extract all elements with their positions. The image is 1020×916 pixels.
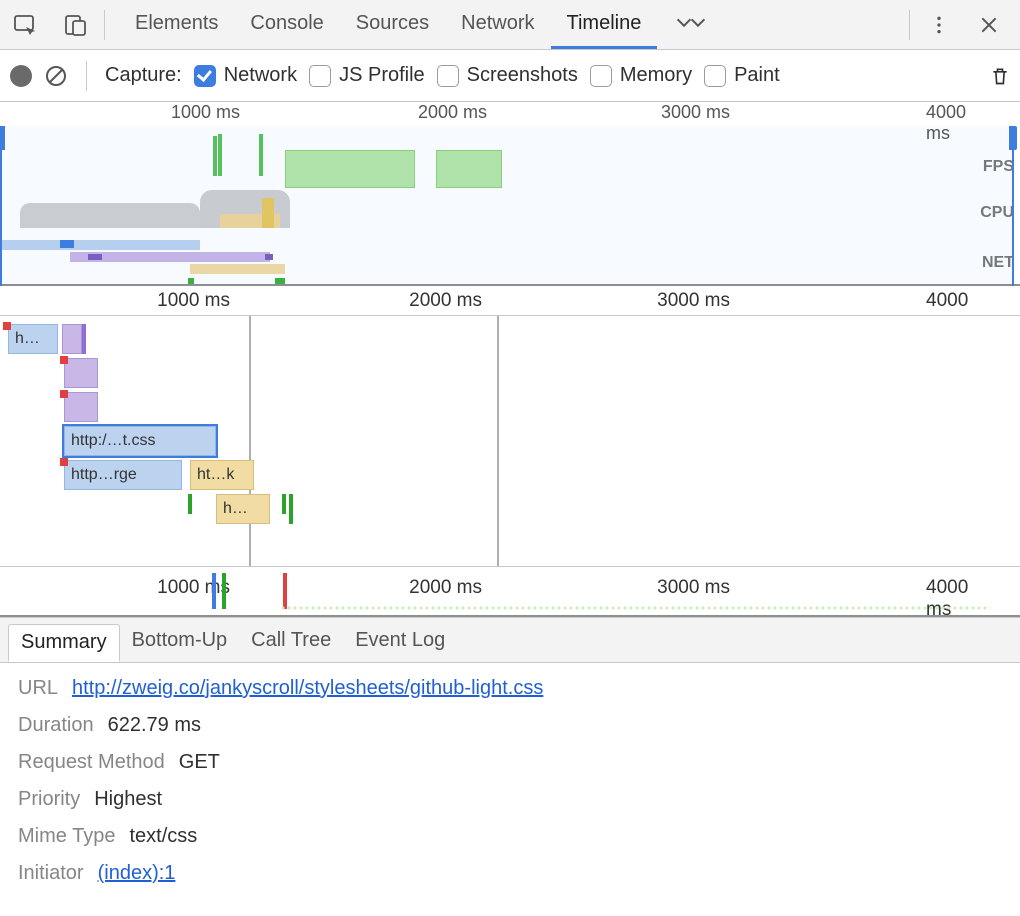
flame-chart[interactable]: 1000 ms 2000 ms 3000 ms 4000 ms h… http:… — [0, 286, 1020, 567]
request-bar[interactable] — [62, 324, 82, 354]
capture-jsprofile-checkbox[interactable]: JS Profile — [309, 64, 425, 87]
ruler-tick: 2000 ms — [409, 290, 482, 312]
separator — [909, 10, 910, 40]
timeline-toolbar: Capture: Network JS Profile Screenshots … — [0, 50, 1020, 102]
summary-mime-value: text/css — [129, 825, 197, 848]
panel-tabs: Elements Console Sources Network Timelin… — [119, 0, 725, 49]
summary-method-value: GET — [179, 751, 220, 774]
selection-handle-right-icon[interactable] — [1009, 126, 1017, 150]
summary-mime-label: Mime Type — [18, 825, 115, 848]
more-options-icon[interactable] — [914, 0, 964, 50]
summary-priority-label: Priority — [18, 788, 80, 811]
capture-screenshots-label: Screenshots — [467, 64, 578, 87]
separator — [86, 61, 87, 91]
event-marker-dcl[interactable] — [212, 573, 216, 609]
ruler-tick: 1000 ms — [157, 577, 230, 599]
flame-ruler: 1000 ms 2000 ms 3000 ms 4000 ms — [0, 286, 1020, 316]
checkbox-icon — [194, 65, 216, 87]
event-marker-fp[interactable] — [222, 573, 226, 609]
overview-ruler: 1000 ms 2000 ms 3000 ms 4000 ms — [0, 102, 1020, 126]
timeline-overview[interactable]: 1000 ms 2000 ms 3000 ms 4000 ms FPS CPU … — [0, 102, 1020, 286]
detail-tab-summary[interactable]: Summary — [8, 624, 120, 662]
separator — [104, 10, 105, 40]
detail-tab-eventlog[interactable]: Event Log — [343, 618, 457, 662]
detail-tab-bottomup[interactable]: Bottom-Up — [120, 618, 240, 662]
details-tabs: Summary Bottom-Up Call Tree Event Log — [0, 617, 1020, 663]
capture-label: Capture: — [105, 64, 182, 87]
ruler-tick: 1000 ms — [157, 290, 230, 312]
ruler-tick: 3000 ms — [657, 290, 730, 312]
request-bar[interactable]: ht…k — [190, 460, 254, 490]
inspect-element-icon[interactable] — [0, 0, 50, 50]
ruler-tick: 1000 ms — [171, 102, 240, 123]
capture-jsprofile-label: JS Profile — [339, 64, 425, 87]
tab-console[interactable]: Console — [234, 0, 339, 49]
ruler-tick: 2000 ms — [409, 577, 482, 599]
tab-network[interactable]: Network — [445, 0, 550, 49]
request-bar-selected[interactable]: http:/…t.css — [64, 426, 216, 456]
tab-elements[interactable]: Elements — [119, 0, 234, 49]
summary-duration-value: 622.79 ms — [108, 714, 201, 737]
summary-method-label: Request Method — [18, 751, 165, 774]
event-marker-load[interactable] — [283, 573, 287, 609]
tab-sources[interactable]: Sources — [340, 0, 445, 49]
capture-screenshots-checkbox[interactable]: Screenshots — [437, 64, 578, 87]
device-toolbar-icon[interactable] — [50, 0, 100, 50]
devtools-tabbar: Elements Console Sources Network Timelin… — [0, 0, 1020, 50]
request-bar[interactable] — [64, 392, 98, 422]
request-bar[interactable]: http…rge — [64, 460, 182, 490]
checkbox-icon — [309, 65, 331, 87]
capture-paint-checkbox[interactable]: Paint — [704, 64, 780, 87]
tab-timeline[interactable]: Timeline — [551, 0, 658, 49]
clear-button[interactable] — [44, 64, 68, 88]
summary-pane: URL http://zweig.co/jankyscroll/styleshe… — [0, 663, 1020, 903]
summary-initiator-link[interactable]: (index):1 — [98, 862, 176, 885]
summary-priority-value: Highest — [94, 788, 162, 811]
detail-tab-calltree[interactable]: Call Tree — [239, 618, 343, 662]
close-icon[interactable] — [964, 0, 1014, 50]
request-bar[interactable] — [64, 358, 98, 388]
ruler-tick: 3000 ms — [661, 102, 730, 123]
selection-handle-left-icon[interactable] — [0, 126, 5, 150]
summary-url-label: URL — [18, 677, 58, 700]
checkbox-icon — [704, 65, 726, 87]
marker-ruler[interactable]: 1000 ms 2000 ms 3000 ms 4000 ms — [0, 567, 1020, 617]
summary-url-link[interactable]: http://zweig.co/jankyscroll/stylesheets/… — [72, 677, 543, 700]
summary-initiator-label: Initiator — [18, 862, 84, 885]
overview-selection[interactable] — [0, 126, 1014, 286]
tab-overflow[interactable] — [657, 0, 725, 49]
capture-network-checkbox[interactable]: Network — [194, 64, 297, 87]
trash-icon[interactable] — [990, 64, 1010, 88]
checkbox-icon — [437, 65, 459, 87]
request-bar[interactable]: h… — [216, 494, 270, 524]
checkbox-icon — [590, 65, 612, 87]
ruler-tick: 2000 ms — [418, 102, 487, 123]
capture-network-label: Network — [224, 64, 297, 87]
capture-memory-label: Memory — [620, 64, 692, 87]
activity-dots — [280, 605, 990, 611]
ruler-tick: 3000 ms — [657, 577, 730, 599]
capture-memory-checkbox[interactable]: Memory — [590, 64, 692, 87]
summary-duration-label: Duration — [18, 714, 94, 737]
capture-paint-label: Paint — [734, 64, 780, 87]
record-button[interactable] — [10, 65, 32, 87]
request-bar[interactable]: h… — [8, 324, 58, 354]
ruler-tick: 4000 ms — [926, 577, 973, 621]
